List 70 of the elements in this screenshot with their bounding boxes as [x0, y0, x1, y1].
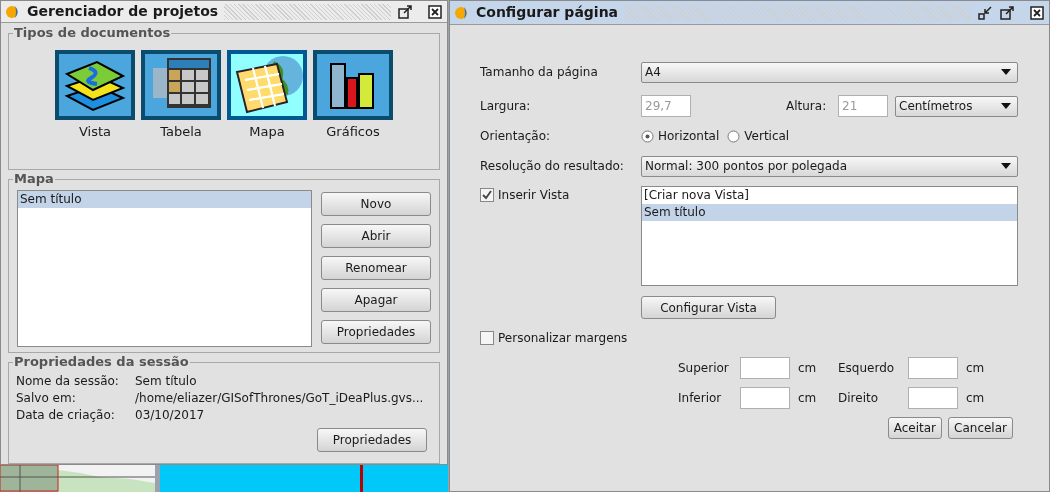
- field-label: Data de criação:: [16, 407, 116, 424]
- maximize-icon: [398, 4, 412, 19]
- group-title: Mapa: [13, 171, 55, 187]
- field-label: Salvo em:: [16, 390, 77, 407]
- document-type-button[interactable]: Vista: [55, 50, 135, 169]
- close-icon: [1030, 5, 1044, 20]
- document-type-button[interactable]: Gráficos: [313, 50, 393, 169]
- field-label: Direito: [838, 390, 879, 407]
- document-type-button[interactable]: Tabela: [141, 50, 221, 169]
- close-button[interactable]: [1029, 4, 1045, 21]
- input-field[interactable]: [740, 387, 790, 409]
- list-item[interactable]: [Criar nova Vista]: [642, 187, 1017, 204]
- minimize-icon: [978, 5, 992, 20]
- group-title: Propriedades da sessão: [13, 354, 190, 370]
- maximize-button[interactable]: [999, 4, 1015, 21]
- window-title: Configurar página: [476, 3, 619, 22]
- radio-button[interactable]: Horizontal: [641, 127, 720, 145]
- logo-icon: [454, 4, 470, 21]
- button[interactable]: Propriedades: [317, 428, 427, 452]
- list-item[interactable]: Sem título: [18, 191, 311, 208]
- input-field[interactable]: [908, 387, 958, 409]
- table-icon: [141, 50, 221, 120]
- dropdown[interactable]: A4: [641, 61, 1018, 83]
- field-label: Inferior: [678, 390, 723, 407]
- button[interactable]: Configurar Vista: [641, 296, 776, 319]
- dropdown[interactable]: Centímetros: [895, 95, 1018, 117]
- button[interactable]: Cancelar: [948, 417, 1013, 439]
- caret-icon: [1001, 163, 1011, 169]
- caret-icon: [1001, 103, 1011, 109]
- button[interactable]: Propriedades: [321, 320, 431, 344]
- field-label: cm: [798, 390, 818, 407]
- checkbox[interactable]: Inserir Vista: [480, 186, 570, 204]
- close-icon: [428, 4, 442, 19]
- layers-icon: [55, 50, 135, 120]
- dropdown[interactable]: Normal: 300 pontos por polegada: [641, 155, 1018, 177]
- button[interactable]: Apagar: [321, 288, 431, 312]
- caret-icon: [1001, 69, 1011, 75]
- close-button[interactable]: [427, 3, 443, 20]
- field-label: Orientação:: [480, 128, 552, 145]
- button[interactable]: Novo: [321, 192, 431, 216]
- input-field[interactable]: [740, 357, 790, 379]
- maximize-button[interactable]: [397, 3, 413, 20]
- button[interactable]: Aceitar: [887, 417, 943, 439]
- input-field[interactable]: [908, 357, 958, 379]
- bar-chart-icon: [313, 50, 393, 120]
- field-label: Esquerdo: [838, 360, 896, 377]
- field-label: Resolução do resultado:: [480, 158, 625, 175]
- document-type-button[interactable]: Mapa: [227, 50, 307, 169]
- radio-button[interactable]: Vertical: [727, 127, 790, 145]
- field-label: Nome da sessão:: [16, 373, 120, 390]
- field-label: Superior: [678, 360, 730, 377]
- field-value: Sem título: [135, 373, 197, 390]
- group-title: Tipos de documentos: [13, 25, 172, 41]
- field-label: Altura:: [786, 98, 828, 115]
- window-title: Gerenciador de projetos: [27, 2, 219, 21]
- field-value: 03/10/2017: [135, 407, 205, 424]
- button[interactable]: Abrir: [321, 224, 431, 248]
- field-label: cm: [966, 360, 986, 377]
- minimize-button[interactable]: [977, 4, 993, 21]
- button[interactable]: Renomear: [321, 256, 431, 280]
- field-label: Tamanho da página: [480, 64, 599, 81]
- list-item[interactable]: Sem título: [642, 204, 1017, 221]
- map-icon: [227, 50, 307, 120]
- field-label: cm: [966, 390, 986, 407]
- field-label: Largura:: [480, 98, 532, 115]
- maximize-icon: [1000, 5, 1014, 20]
- field-value: /home/eliazer/GISofThrones/GoT_iDeaPlus.gvs...: [135, 390, 424, 407]
- checkbox[interactable]: Personalizar margens: [480, 329, 628, 347]
- field-label: cm: [798, 360, 818, 377]
- logo-icon: [5, 3, 21, 20]
